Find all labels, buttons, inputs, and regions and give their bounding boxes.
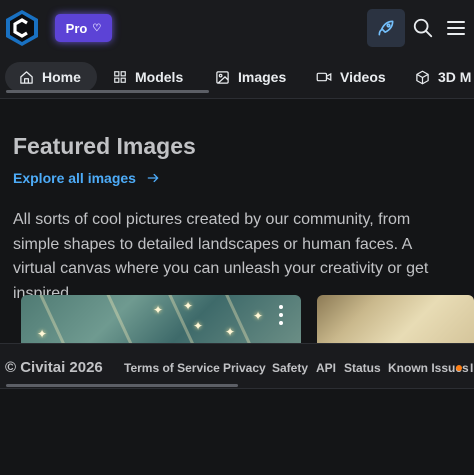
image-card[interactable] xyxy=(317,295,474,347)
video-icon xyxy=(316,72,332,82)
star-sparkle: ✦ xyxy=(183,299,194,313)
star-sparkle: ✦ xyxy=(253,309,264,323)
footer-link-status[interactable]: Status xyxy=(344,361,381,375)
menu-button[interactable] xyxy=(443,14,469,42)
star-sparkle: ✦ xyxy=(153,303,164,317)
footer-scrollbar[interactable] xyxy=(6,384,238,387)
footer-link-privacy[interactable]: Privacy xyxy=(223,361,266,375)
grid-icon xyxy=(114,71,126,83)
tab-models[interactable]: Models xyxy=(113,62,183,92)
pro-button[interactable]: Pro ♡ xyxy=(55,14,112,42)
image-card[interactable]: ✦ ✦ ✦ ✦ ✦ ✦ xyxy=(21,295,301,347)
tab-label: Images xyxy=(238,69,287,85)
create-button[interactable] xyxy=(367,9,405,47)
section-description: All sorts of cool pictures created by ou… xyxy=(13,211,429,302)
tab-label: 3D M xyxy=(438,69,472,85)
cube-icon xyxy=(416,70,429,84)
explore-label: Explore all images xyxy=(13,170,136,186)
tab-label: Home xyxy=(42,69,81,85)
app-header: Pro ♡ xyxy=(0,0,474,56)
search-icon xyxy=(413,18,433,38)
tab-images[interactable]: Images xyxy=(215,62,286,92)
star-sparkle: ✦ xyxy=(193,319,204,333)
image-icon xyxy=(216,70,229,84)
tabs-scrollbar[interactable] xyxy=(6,90,209,93)
status-dot xyxy=(456,365,462,371)
search-button[interactable] xyxy=(410,14,436,42)
footer-link-safety[interactable]: Safety xyxy=(272,361,308,375)
star-sparkle: ✦ xyxy=(37,327,48,341)
card-options-button[interactable] xyxy=(274,302,288,328)
tab-home[interactable]: Home xyxy=(5,62,97,92)
star-sparkle: ✦ xyxy=(225,325,236,339)
tab-label: Models xyxy=(135,69,184,85)
civitai-logo[interactable] xyxy=(4,9,40,47)
footer: © Civitai 2026 Terms of Service Privacy … xyxy=(0,343,474,389)
pro-label: Pro xyxy=(65,20,88,36)
menu-icon xyxy=(447,21,465,35)
section-title: Featured Images xyxy=(13,133,196,159)
footer-link-overflow[interactable]: I xyxy=(470,361,473,375)
diamond-icon: ♡ xyxy=(92,22,102,34)
footer-link-api[interactable]: API xyxy=(316,361,336,375)
tab-label: Videos xyxy=(340,69,386,85)
arrow-right-icon xyxy=(147,173,159,183)
explore-all-images-link[interactable]: Explore all images xyxy=(13,170,160,186)
footer-link-terms[interactable]: Terms of Service xyxy=(124,361,220,375)
home-icon xyxy=(20,70,33,84)
tab-3d-models[interactable]: 3D M xyxy=(415,62,471,92)
tab-videos[interactable]: Videos xyxy=(316,62,386,92)
copyright: © Civitai 2026 xyxy=(5,359,103,376)
rocket-icon xyxy=(378,20,394,36)
